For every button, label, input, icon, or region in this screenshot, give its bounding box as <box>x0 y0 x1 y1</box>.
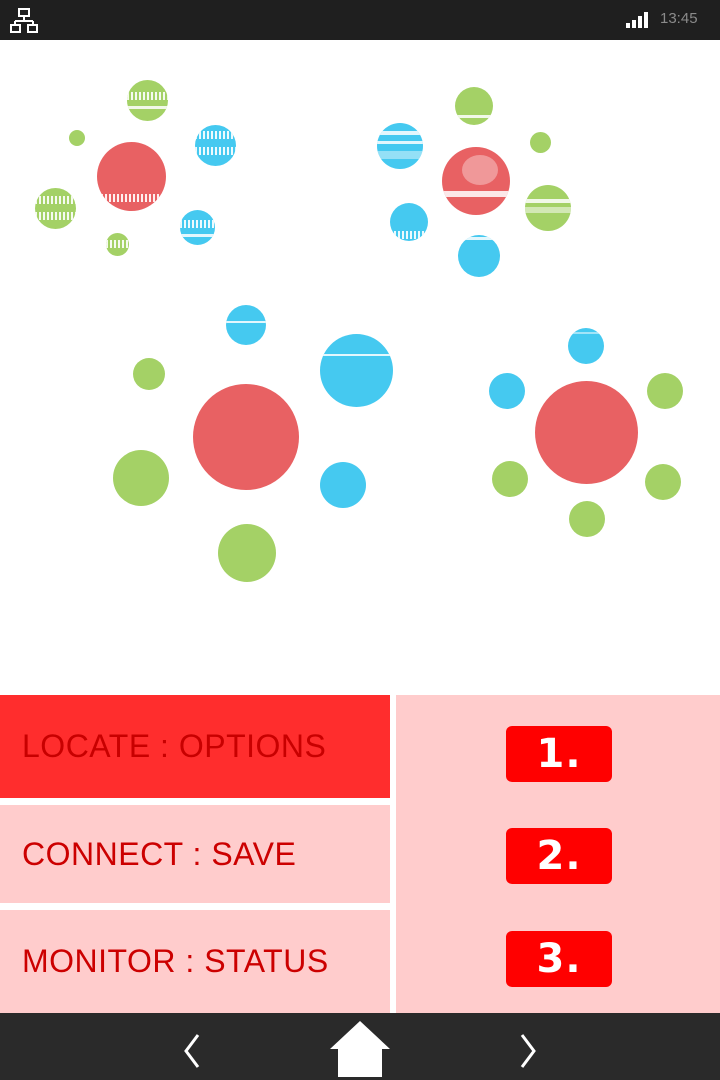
number-button-3[interactable]: 3. <box>506 931 612 987</box>
home-icon[interactable] <box>326 1013 394 1080</box>
menu-item-connect-save[interactable]: CONNECT : SAVE <box>0 805 390 903</box>
menu-panel: LOCATE : OPTIONS CONNECT : SAVE MONITOR … <box>0 695 720 1013</box>
cluster-4-node[interactable] <box>569 501 605 537</box>
cluster-1-node[interactable] <box>69 130 85 146</box>
cluster-4-node[interactable] <box>489 373 525 409</box>
back-chevron-icon[interactable] <box>176 1013 208 1080</box>
status-bar: 13:45 <box>0 0 720 40</box>
cluster-3-node[interactable] <box>226 305 266 345</box>
bubble-canvas <box>0 40 720 695</box>
cluster-2-node[interactable] <box>530 132 551 153</box>
clock: 13:45 <box>660 10 698 27</box>
cluster-4-node[interactable] <box>645 464 681 500</box>
cluster-3-node[interactable] <box>320 334 393 407</box>
signal-icon <box>626 12 648 28</box>
number-button-1[interactable]: 1. <box>506 726 612 782</box>
cluster-2-center-node[interactable] <box>442 147 510 215</box>
forward-chevron-icon[interactable] <box>512 1013 544 1080</box>
navigation-bar <box>0 1013 720 1080</box>
menu-item-label: MONITOR : STATUS <box>22 943 329 979</box>
cluster-1-node[interactable] <box>127 80 168 121</box>
cluster-4-center-node[interactable] <box>535 381 638 484</box>
cluster-3-node[interactable] <box>113 450 169 506</box>
cluster-3-node[interactable] <box>133 358 165 390</box>
cluster-1-node[interactable] <box>106 233 129 256</box>
cluster-1-center-node[interactable] <box>97 142 166 211</box>
cluster-4-node[interactable] <box>492 461 528 497</box>
cluster-2-node[interactable] <box>455 87 493 125</box>
cluster-4-node[interactable] <box>647 373 683 409</box>
menu-item-label: LOCATE : OPTIONS <box>22 728 327 764</box>
network-icon <box>10 8 38 33</box>
cluster-1-node[interactable] <box>180 210 215 245</box>
menu-item-locate-options[interactable]: LOCATE : OPTIONS <box>0 695 390 798</box>
menu-item-monitor-status[interactable]: MONITOR : STATUS <box>0 910 390 1013</box>
cluster-2-node[interactable] <box>390 203 428 241</box>
cluster-2-node[interactable] <box>377 123 423 169</box>
cluster-2-node[interactable] <box>525 185 571 231</box>
number-button-column: 1. 2. 3. <box>396 695 720 1013</box>
cluster-1-node[interactable] <box>195 125 236 166</box>
cluster-4-node[interactable] <box>568 328 604 364</box>
number-button-2[interactable]: 2. <box>506 828 612 884</box>
cluster-3-node[interactable] <box>218 524 276 582</box>
cluster-2-node[interactable] <box>458 235 500 277</box>
cluster-1-node[interactable] <box>35 188 76 229</box>
cluster-3-node[interactable] <box>320 462 366 508</box>
menu-item-label: CONNECT : SAVE <box>22 835 297 872</box>
cluster-3-center-node[interactable] <box>193 384 299 490</box>
